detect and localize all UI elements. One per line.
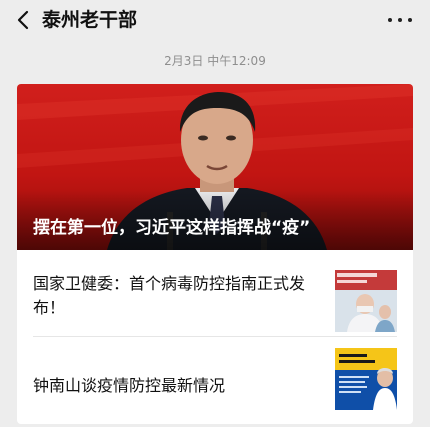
top-nav-bar: 泰州老干部	[0, 0, 430, 40]
more-options-icon[interactable]	[386, 8, 414, 32]
list-divider	[33, 336, 397, 337]
article-item-1-thumbnail	[335, 270, 397, 332]
article-item-2[interactable]: 钟南山谈疫情防控最新情况	[17, 340, 413, 424]
message-timestamp: 2月3日 中午12:09	[164, 54, 266, 68]
article-card: 摆在第一位，习近平这样指挥战“疫” 国家卫健委：首个病毒防控指南正式发布！ 钟南…	[17, 84, 413, 424]
back-arrow-icon[interactable]	[14, 10, 34, 30]
main-article[interactable]: 摆在第一位，习近平这样指挥战“疫”	[17, 84, 413, 250]
article-item-title: 钟南山谈疫情防控最新情况	[33, 376, 226, 395]
article-item-1[interactable]: 国家卫健委：首个病毒防控指南正式发布！	[17, 258, 413, 344]
article-item-2-thumbnail	[335, 348, 397, 410]
article-item-title: 国家卫健委：首个病毒防控指南正式发布！	[33, 274, 306, 317]
account-title: 泰州老干部	[42, 9, 138, 31]
main-article-title: 摆在第一位，习近平这样指挥战“疫”	[33, 218, 311, 238]
